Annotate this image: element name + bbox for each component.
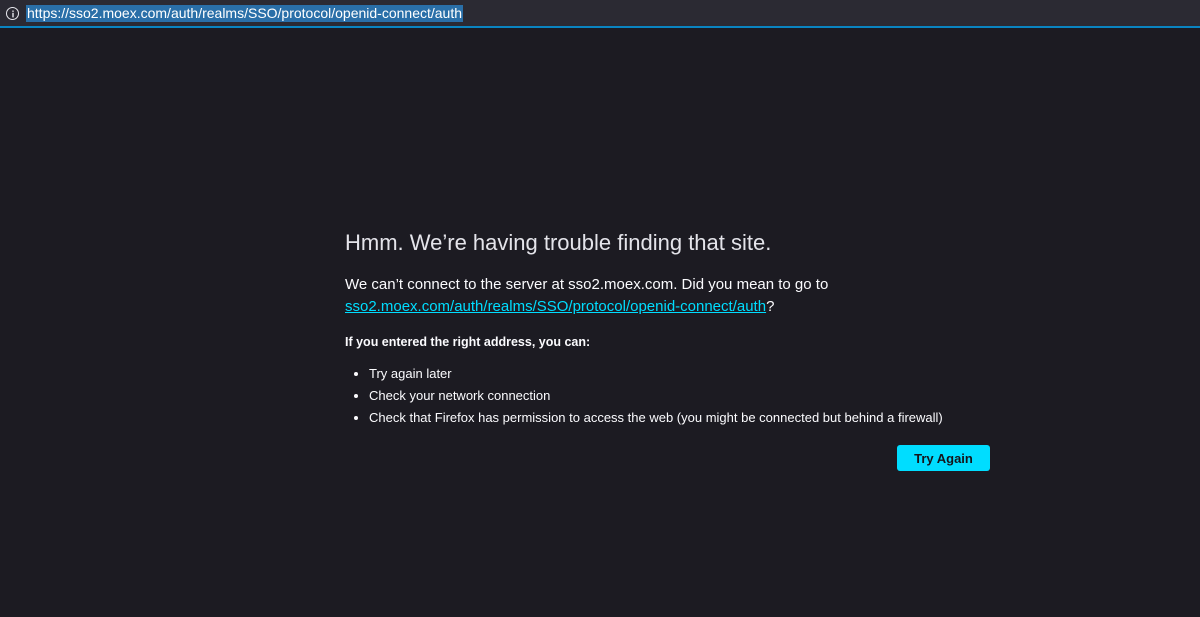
list-item: Check that Firefox has permission to acc… bbox=[369, 407, 995, 429]
error-page-content: Hmm. We’re having trouble finding that s… bbox=[345, 228, 995, 429]
suggestions-list: Try again later Check your network conne… bbox=[345, 363, 995, 429]
suggested-address-link[interactable]: sso2.moex.com/auth/realms/SSO/protocol/o… bbox=[345, 298, 766, 315]
page-title: Hmm. We’re having trouble finding that s… bbox=[345, 230, 772, 255]
description-suffix: ? bbox=[766, 298, 775, 315]
error-description: We can’t connect to the server at sso2.m… bbox=[345, 274, 995, 318]
suggestions-heading: If you entered the right address, you ca… bbox=[345, 335, 591, 349]
description-prefix: We can’t connect to the server at sso2.m… bbox=[345, 276, 829, 293]
try-again-button[interactable]: Try Again bbox=[897, 445, 990, 471]
url-text[interactable]: https://sso2.moex.com/auth/realms/SSO/pr… bbox=[26, 5, 464, 22]
url-bar[interactable]: https://sso2.moex.com/auth/realms/SSO/pr… bbox=[0, 0, 1200, 28]
list-item: Check your network connection bbox=[369, 385, 995, 407]
info-icon[interactable] bbox=[6, 7, 19, 20]
list-item: Try again later bbox=[369, 363, 995, 385]
button-row: Try Again bbox=[897, 445, 990, 471]
